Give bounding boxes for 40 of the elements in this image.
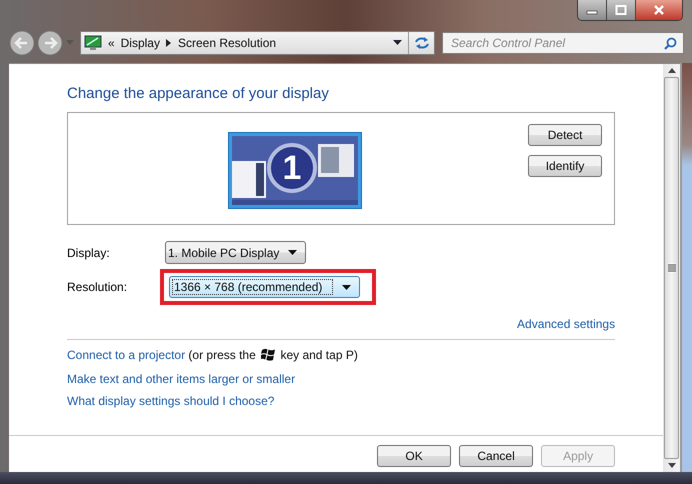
scroll-down-icon[interactable] — [668, 463, 676, 468]
forward-button[interactable] — [37, 30, 63, 56]
windows-logo-icon — [261, 348, 276, 361]
breadcrumb-separator-icon[interactable] — [166, 38, 172, 46]
dropdown[interactable]: 1366 × 768 (recommended) — [169, 276, 360, 298]
field-label: Display: — [67, 246, 111, 260]
identify-button[interactable]: Identify — [528, 155, 602, 177]
help-link[interactable]: What display settings should I choose? — [67, 394, 274, 408]
monitor-icon — [84, 34, 102, 50]
maximize-button[interactable] — [607, 0, 636, 20]
breadcrumb-item[interactable]: Display — [120, 36, 160, 50]
dropdown-caret-icon — [342, 284, 352, 290]
advanced-settings-link[interactable]: Advanced settings — [517, 317, 616, 331]
maximize-icon — [615, 5, 627, 15]
minimize-button[interactable] — [578, 0, 607, 20]
back-button[interactable] — [9, 30, 35, 56]
monitor-drawing[interactable] — [228, 132, 362, 209]
close-button[interactable] — [636, 0, 682, 20]
scroll-up-icon[interactable] — [668, 68, 676, 73]
search-field[interactable]: Search Control Panel — [442, 32, 684, 54]
projector-link[interactable]: Connect to a projector — [67, 348, 186, 362]
page-heading: Change the appearance of your display — [67, 85, 330, 102]
address-bar[interactable]: « Display Screen Resolution — [80, 30, 435, 54]
display-number: 1 — [282, 149, 302, 187]
scrollbar-thumb[interactable] — [664, 77, 680, 459]
breadcrumb-item[interactable]: Screen Resolution — [178, 36, 276, 50]
vertical-scrollbar[interactable] — [663, 63, 680, 472]
cancel-button[interactable]: Cancel — [459, 445, 534, 467]
help-link[interactable]: Make text and other items larger or smaller — [67, 372, 296, 386]
close-icon — [653, 5, 665, 15]
search-icon — [664, 36, 677, 50]
projector-hint-text: Connect to a projector (or press the key and tap P) — [67, 347, 359, 364]
dropdown[interactable]: 1. Mobile PC Display — [165, 241, 306, 264]
dropdown-caret-icon — [288, 250, 298, 255]
ok-button[interactable]: OK — [377, 445, 452, 467]
breadcrumb-overflow[interactable]: « — [108, 36, 115, 50]
refresh-icon — [414, 36, 430, 50]
dropdown-caret-icon[interactable] — [393, 40, 402, 46]
field-label: Resolution: — [67, 280, 128, 294]
detect-button[interactable]: Detect — [528, 124, 602, 146]
